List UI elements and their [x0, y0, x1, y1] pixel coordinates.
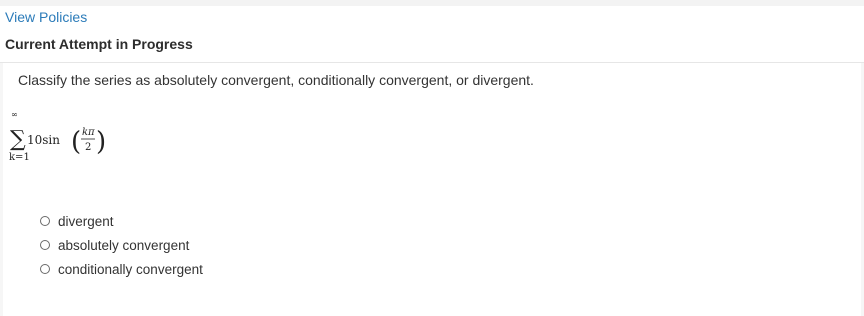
option-absolutely-convergent[interactable]: absolutely convergent	[40, 233, 203, 257]
radio-button[interactable]	[40, 240, 50, 250]
fraction-numerator: kπ	[82, 127, 95, 138]
attempt-status-title: Current Attempt in Progress	[5, 36, 193, 52]
right-paren: )	[96, 127, 106, 157]
series-expression: ∞ ∑ k=1 10sin ( kπ 2 )	[9, 109, 129, 169]
question-card: Classify the series as absolutely conver…	[3, 63, 861, 316]
sum-lower-limit: k=1	[9, 152, 30, 163]
fraction-denominator: 2	[85, 142, 91, 153]
coefficient-function: 10sin	[27, 133, 60, 147]
view-policies-link[interactable]: View Policies	[5, 9, 87, 25]
option-label: divergent	[58, 213, 114, 229]
radio-button[interactable]	[40, 216, 50, 226]
attempt-header: View Policies Current Attempt in Progres…	[0, 6, 864, 63]
option-conditionally-convergent[interactable]: conditionally convergent	[40, 257, 203, 281]
question-prompt: Classify the series as absolutely conver…	[18, 72, 534, 88]
radio-button[interactable]	[40, 264, 50, 274]
sigma-symbol: ∑	[10, 127, 26, 152]
option-label: conditionally convergent	[58, 261, 203, 277]
left-paren: (	[71, 127, 81, 157]
answer-options: divergent absolutely convergent conditio…	[40, 209, 203, 281]
option-divergent[interactable]: divergent	[40, 209, 203, 233]
option-label: absolutely convergent	[58, 237, 190, 253]
sum-upper-limit: ∞	[11, 110, 18, 119]
